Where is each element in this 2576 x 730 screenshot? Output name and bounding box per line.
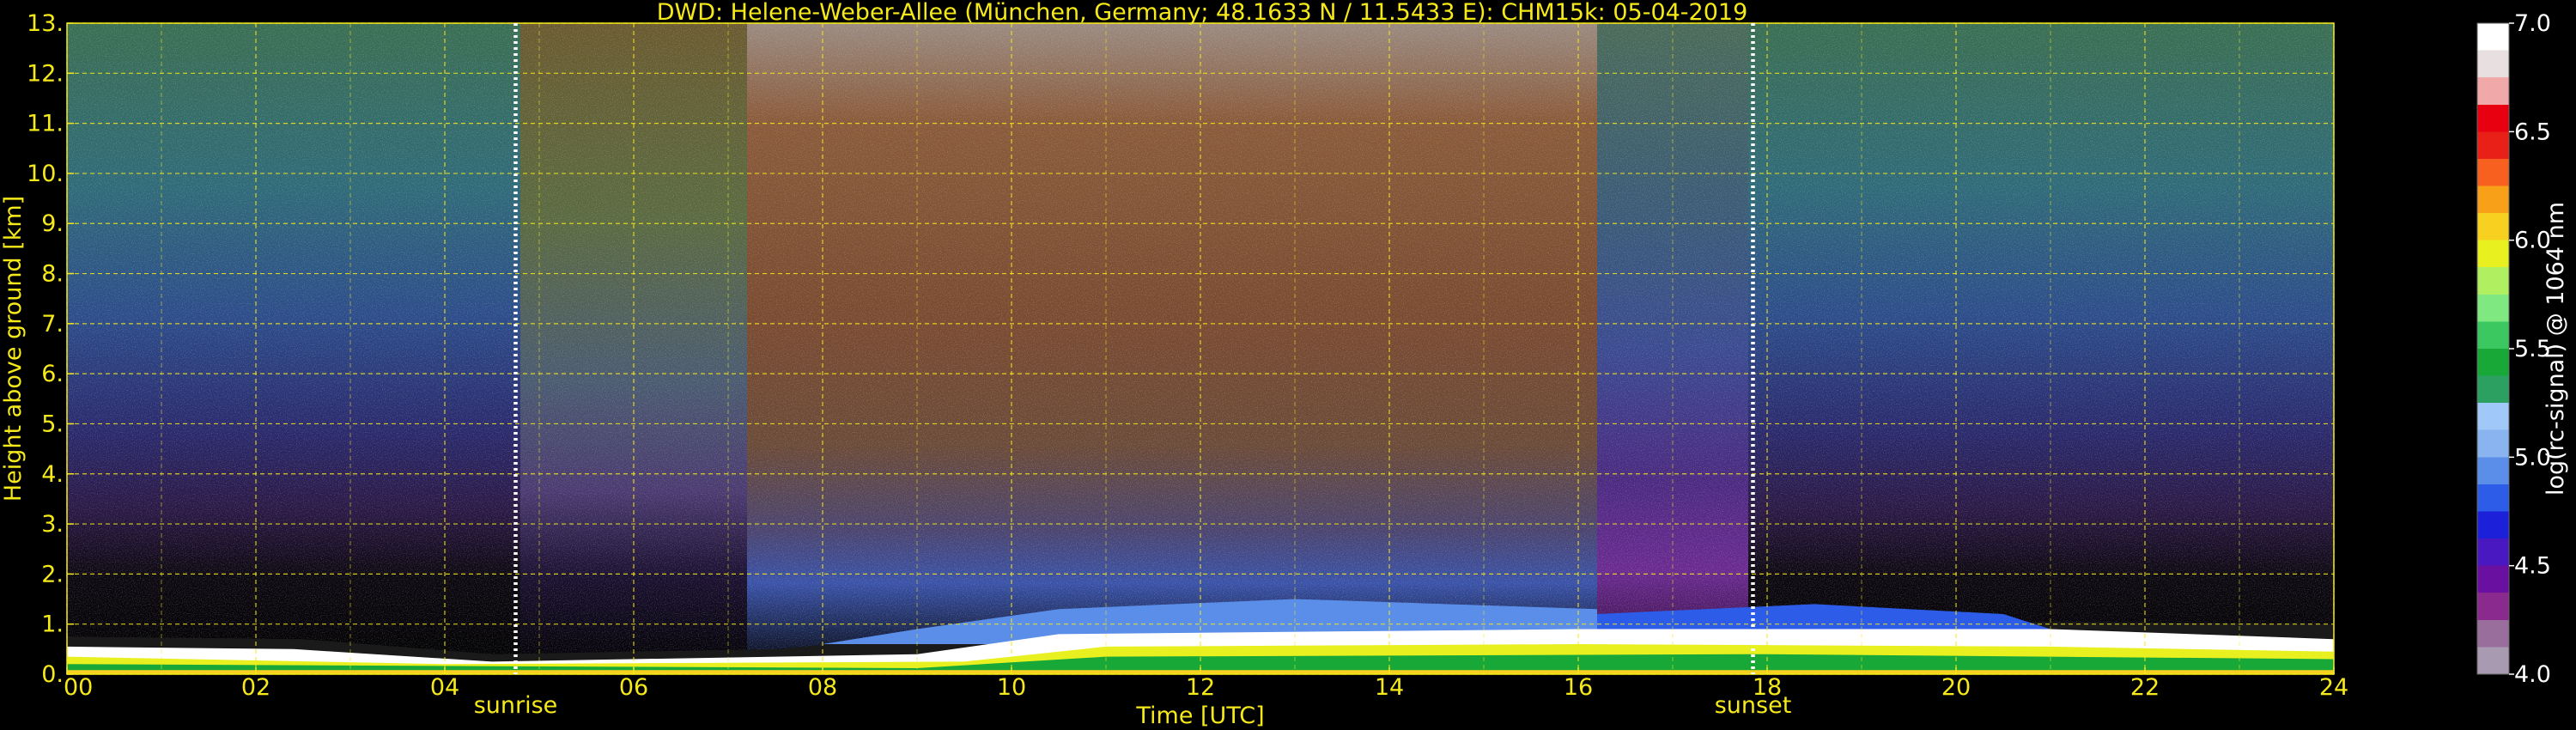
y-tick-label: 5. bbox=[41, 411, 64, 437]
x-tick-label: 10 bbox=[997, 674, 1026, 701]
annotation-label-sunrise: sunrise bbox=[474, 692, 558, 719]
colorbar-tick-label: 6.5 bbox=[2514, 119, 2551, 145]
colorbar-tick-label: 7.0 bbox=[2514, 10, 2551, 37]
y-tick-label: 4. bbox=[41, 461, 64, 488]
colorbar-label: log(rc-signal) @ 1064 nm bbox=[2543, 202, 2569, 496]
colorbar: 4.04.55.05.56.06.57.0 log(rc-signal) @ 1… bbox=[2476, 10, 2569, 688]
x-tick-label: 02 bbox=[241, 674, 270, 701]
colorbar-gradient bbox=[2476, 22, 2510, 675]
colorbar-tick-label: 4.0 bbox=[2514, 661, 2551, 688]
x-tick-label: 08 bbox=[808, 674, 837, 701]
y-tick-label: 2. bbox=[41, 561, 64, 587]
x-tick-label: 12 bbox=[1186, 674, 1215, 701]
x-tick-label: 06 bbox=[619, 674, 648, 701]
x-tick-label: 00 bbox=[64, 674, 93, 701]
y-tick-label: 3. bbox=[41, 511, 64, 538]
lidar-backscatter-chart: sunrise sunset DWD: Helene-Weber-Allee (M… bbox=[0, 0, 2569, 729]
x-tick-label: 22 bbox=[2130, 674, 2160, 701]
y-tick-label: 8. bbox=[41, 261, 64, 288]
x-tick-label: 04 bbox=[430, 674, 459, 701]
y-tick-label: 10. bbox=[27, 161, 64, 187]
y-tick-label: 7. bbox=[41, 311, 64, 338]
chart-title: DWD: Helene-Weber-Allee (München, German… bbox=[657, 0, 1748, 26]
y-tick-label: 6. bbox=[41, 361, 64, 387]
y-axis-label: Height above ground [km] bbox=[0, 196, 27, 502]
x-tick-label: 14 bbox=[1375, 674, 1404, 701]
y-tick-label: 12. bbox=[27, 60, 64, 87]
y-tick-label: 0. bbox=[41, 661, 64, 688]
colorbar-tick-label: 4.5 bbox=[2514, 553, 2551, 580]
y-tick-label: 9. bbox=[41, 210, 64, 237]
y-tick-label: 13. bbox=[27, 10, 64, 37]
x-axis-label: Time [UTC] bbox=[1135, 703, 1264, 729]
y-tick-label: 11. bbox=[27, 111, 64, 137]
x-tick-label: 20 bbox=[1941, 674, 1971, 701]
x-tick-label: 16 bbox=[1564, 674, 1593, 701]
x-tick-label: 24 bbox=[2319, 674, 2348, 701]
x-tick-label: 18 bbox=[1753, 674, 1782, 701]
y-tick-label: 1. bbox=[41, 611, 64, 638]
